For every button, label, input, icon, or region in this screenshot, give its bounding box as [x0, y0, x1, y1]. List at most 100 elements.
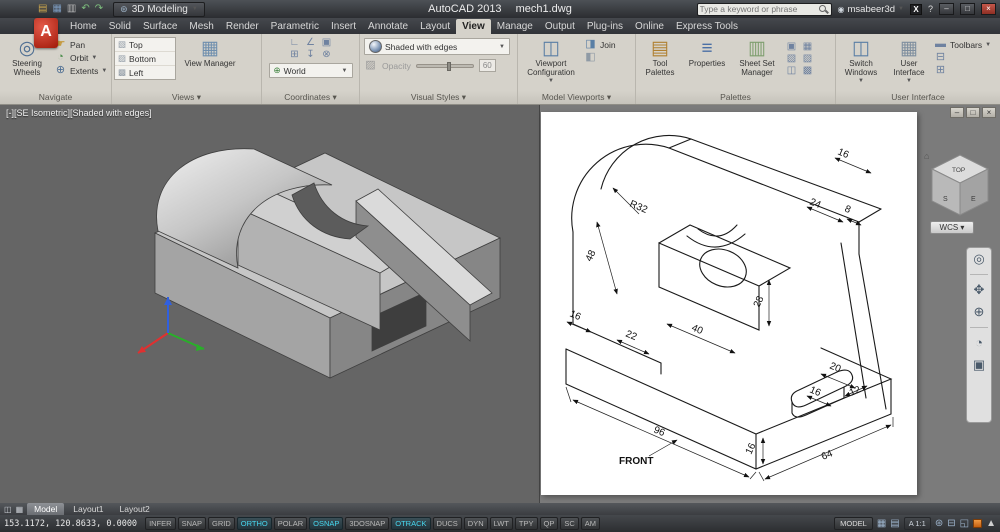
panel-title-coordinates[interactable]: Coordinates ▾: [262, 91, 359, 104]
text-window-button[interactable]: ⊞: [934, 65, 991, 76]
viewport-2d[interactable]: 16 24 8 R32 48 16 22 40 28 20 16 12 16 9…: [541, 112, 917, 495]
view-left-item[interactable]: ▩Left: [115, 66, 175, 79]
ucs-world-icon[interactable]: ∠: [303, 37, 318, 48]
panel-title-user-interface[interactable]: User Interface: [836, 91, 1000, 104]
full-navigation-wheel-icon[interactable]: ◎: [973, 252, 984, 266]
tab-surface[interactable]: Surface: [137, 19, 183, 34]
user-interface-button[interactable]: ▦ User Interface ▼: [886, 37, 932, 87]
quickcalc-icon[interactable]: ▧: [784, 53, 799, 64]
cube-top-label[interactable]: TOP: [952, 167, 965, 174]
switch-windows-button[interactable]: ◫ Switch Windows ▼: [838, 37, 884, 87]
ucs-icon[interactable]: ∟: [287, 37, 302, 48]
plot-icon[interactable]: ▥: [67, 4, 76, 14]
showmotion-icon[interactable]: ▣: [973, 358, 985, 372]
viewport-restore-button[interactable]: ◧: [584, 52, 616, 63]
ucs-origin-icon[interactable]: ▣: [319, 37, 334, 48]
tab-layout1[interactable]: Layout1: [66, 503, 110, 515]
wcs-dropdown[interactable]: WCS ▾: [930, 221, 974, 234]
quick-view-layouts-icon[interactable]: ▦: [877, 519, 886, 529]
ucs-world-dropdown[interactable]: ⊕ World ▼: [269, 63, 353, 78]
toggle-infer[interactable]: INFER: [145, 517, 176, 530]
status-menu-arrow-icon[interactable]: ▲: [986, 519, 996, 529]
tab-layout[interactable]: Layout: [414, 19, 456, 34]
orbit-tool-icon[interactable]: ◔: [975, 336, 983, 350]
opacity-value[interactable]: 60: [479, 59, 496, 72]
toggle-snap[interactable]: SNAP: [178, 517, 206, 530]
cube-south-label[interactable]: S: [943, 196, 948, 203]
viewport-controls-label[interactable]: [-][SE Isometric][Shaded with edges]: [6, 108, 152, 118]
lock-ui-button[interactable]: ⊟: [934, 52, 991, 63]
tab-view[interactable]: View: [456, 19, 491, 34]
cube-east-label[interactable]: E: [971, 196, 976, 203]
exchange-apps-icon[interactable]: X: [910, 4, 922, 15]
extents-button[interactable]: ⊕Extents▼: [54, 65, 107, 76]
toggle-tpy[interactable]: TPY: [515, 517, 538, 530]
toggle-3dosnap[interactable]: 3DOSNAP: [345, 517, 389, 530]
tab-home[interactable]: Home: [64, 19, 103, 34]
layout-grid-icon[interactable]: ▦: [16, 505, 24, 514]
tab-manage[interactable]: Manage: [491, 19, 539, 34]
toggle-sc[interactable]: SC: [560, 517, 578, 530]
search-icon[interactable]: [818, 4, 829, 15]
cleanscreen-icon[interactable]: ◱: [960, 519, 969, 529]
save-icon[interactable]: ▦: [52, 4, 61, 14]
shaded-model-canvas[interactable]: [0, 105, 539, 502]
tab-render[interactable]: Render: [220, 19, 265, 34]
lights-icon[interactable]: ▨: [800, 53, 815, 64]
panel-title-model-viewports[interactable]: Model Viewports ▾: [518, 91, 635, 104]
toggle-dyn[interactable]: DYN: [464, 517, 488, 530]
tab-output[interactable]: Output: [539, 19, 581, 34]
annotation-scale-button[interactable]: A 1:1: [904, 517, 931, 530]
workspace-switcher[interactable]: ⊛ 3D Modeling ▼: [113, 2, 205, 17]
orbit-button[interactable]: ◔Orbit▼: [54, 52, 107, 63]
signin-user[interactable]: ◉ msabeer3d ▼: [838, 4, 904, 15]
ucs-z-axis-icon[interactable]: ⊞: [287, 49, 302, 60]
help-icon[interactable]: ?: [928, 4, 933, 14]
ucs-view-icon[interactable]: ↧: [303, 49, 318, 60]
view-bottom-item[interactable]: ▨Bottom: [115, 52, 175, 66]
toggle-am[interactable]: AM: [581, 517, 600, 530]
lock-icon[interactable]: ⊟: [947, 519, 955, 529]
application-menu-button[interactable]: A: [34, 18, 58, 48]
tab-plugins[interactable]: Plug-ins: [581, 19, 629, 34]
workspace-switch-icon[interactable]: ⊛: [935, 519, 943, 529]
toggle-qp[interactable]: QP: [540, 517, 559, 530]
opacity-slider-thumb[interactable]: [447, 62, 451, 71]
tab-model[interactable]: Model: [27, 503, 64, 515]
undo-icon[interactable]: ↶: [81, 4, 89, 14]
opacity-slider[interactable]: [416, 64, 474, 68]
tab-layout2[interactable]: Layout2: [113, 503, 157, 515]
materials-icon[interactable]: ◫: [784, 65, 799, 76]
open-icon[interactable]: ▤: [38, 4, 47, 14]
viewport-3d[interactable]: [-][SE Isometric][Shaded with edges]: [0, 105, 540, 503]
visualstyles-palette-icon[interactable]: ▩: [800, 65, 815, 76]
home-icon[interactable]: ⌂: [924, 151, 929, 161]
model-space-button[interactable]: MODEL: [834, 517, 873, 530]
tab-parametric[interactable]: Parametric: [265, 19, 325, 34]
dbconnect-icon[interactable]: ▣: [784, 41, 799, 52]
toggle-ortho[interactable]: ORTHO: [237, 517, 272, 530]
toggle-lwt[interactable]: LWT: [490, 517, 513, 530]
properties-button[interactable]: ≡ Properties: [684, 37, 730, 70]
join-button[interactable]: ◨Join: [584, 39, 616, 50]
view-manager-button[interactable]: ▦ View Manager: [178, 37, 242, 70]
markup-icon[interactable]: ▦: [800, 41, 815, 52]
zoom-tool-icon[interactable]: ⊕: [974, 305, 985, 319]
toggle-polar[interactable]: POLAR: [274, 517, 307, 530]
toolbars-button[interactable]: ▬Toolbars▼: [934, 39, 991, 50]
tab-online[interactable]: Online: [629, 19, 670, 34]
tab-insert[interactable]: Insert: [325, 19, 362, 34]
tab-annotate[interactable]: Annotate: [362, 19, 414, 34]
toggle-grid[interactable]: GRID: [208, 517, 235, 530]
minimize-button[interactable]: –: [939, 3, 954, 15]
quick-view-drawings-icon[interactable]: ▤: [890, 519, 899, 529]
dimensioned-drawing-canvas[interactable]: 16 24 8 R32 48 16 22 40 28 20 16 12 16 9…: [541, 112, 917, 495]
viewport-configuration-button[interactable]: ◫ Viewport Configuration ▼: [520, 37, 582, 87]
panel-title-palettes[interactable]: Palettes: [636, 91, 835, 104]
close-button[interactable]: ×: [981, 3, 996, 15]
search-input[interactable]: [700, 4, 818, 14]
visual-style-dropdown[interactable]: Shaded with edges ▼: [364, 38, 510, 55]
panel-title-visual-styles[interactable]: Visual Styles ▾: [360, 91, 517, 104]
tool-palettes-button[interactable]: ▤ Tool Palettes: [638, 37, 682, 78]
panel-title-navigate[interactable]: Navigate: [0, 91, 111, 104]
